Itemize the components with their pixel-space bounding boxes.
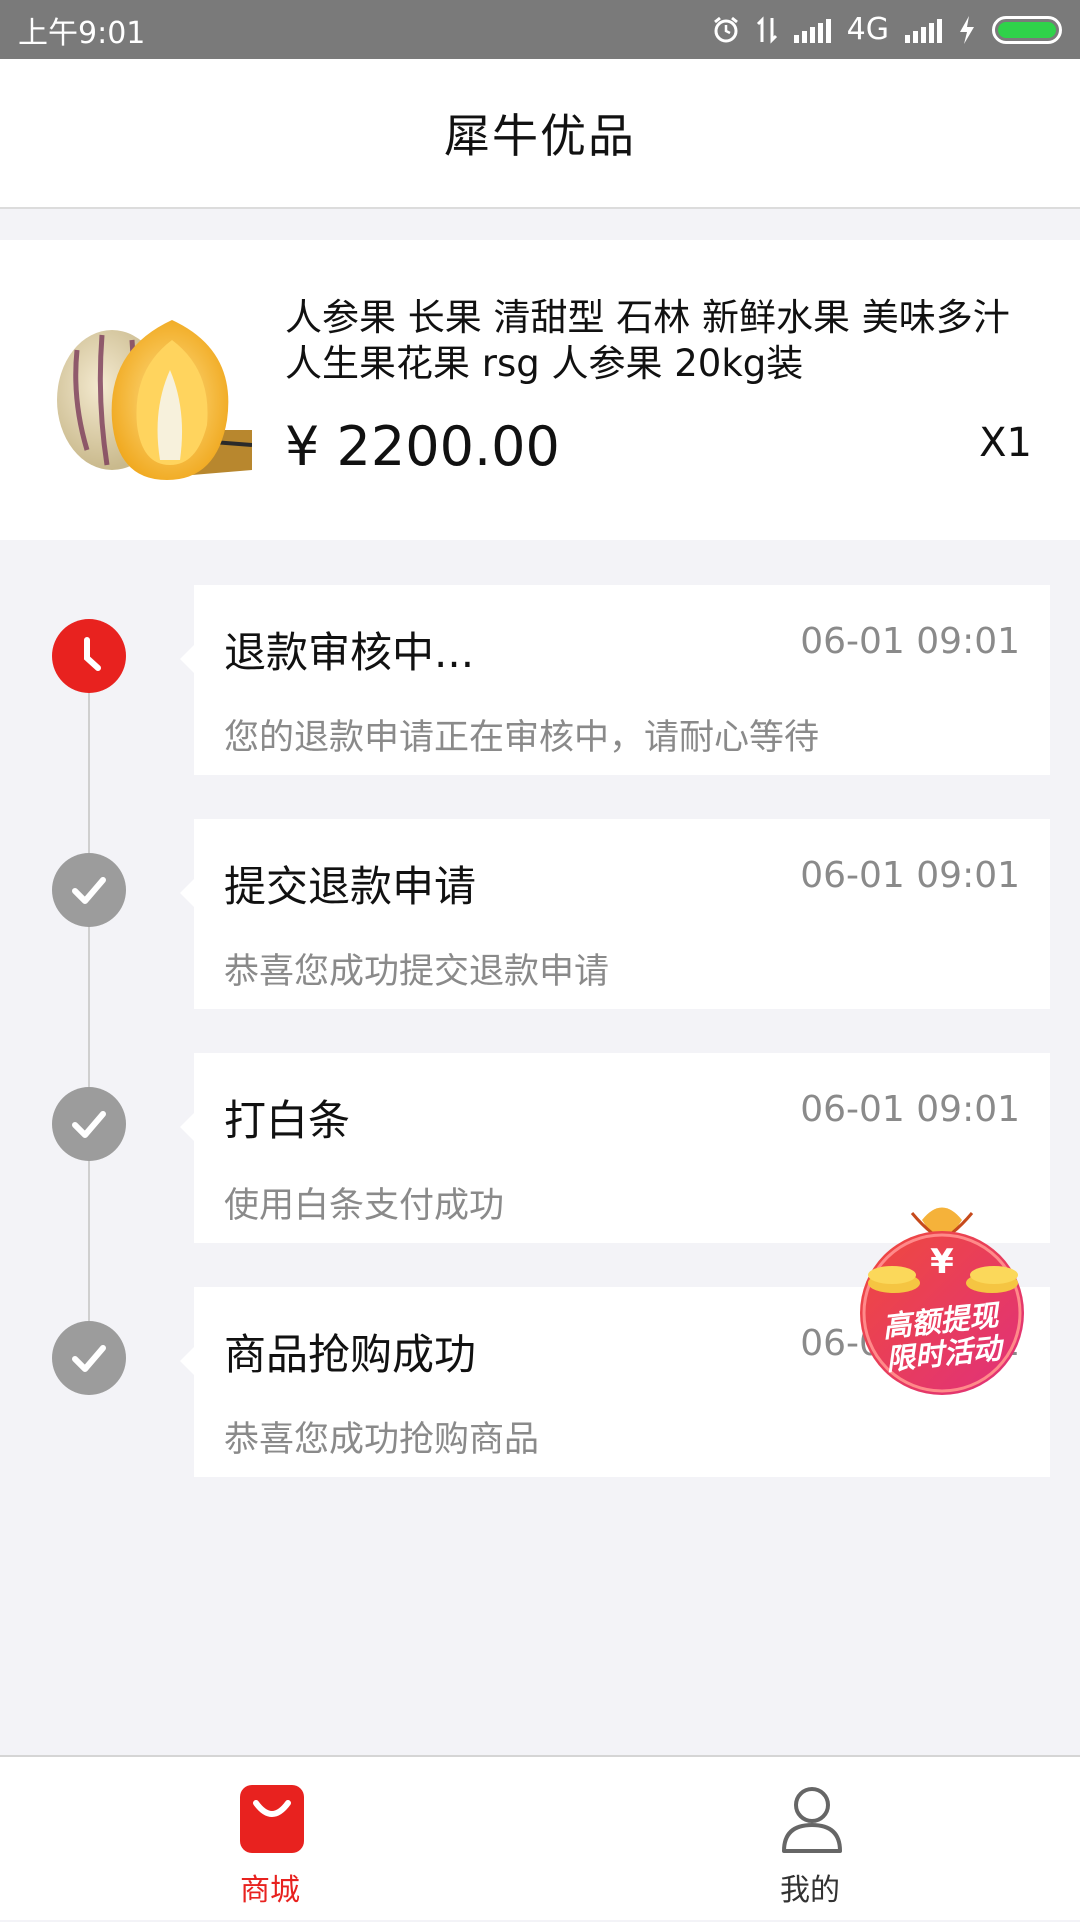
timeline-title: 提交退款申请: [224, 862, 477, 911]
timeline-title: 商品抢购成功: [224, 1330, 477, 1379]
signal-icon: [793, 17, 831, 43]
timeline-desc: 恭喜您成功提交退款申请: [224, 952, 610, 992]
tab-mine-label: 我的: [780, 1873, 840, 1908]
nav-bar: 犀牛优品: [0, 59, 1080, 209]
product-quantity: X1: [979, 420, 1032, 466]
clock-icon: [52, 619, 126, 693]
timeline-desc: 使用白条支付成功: [224, 1186, 505, 1226]
timeline-desc: 恭喜您成功抢购商品: [224, 1420, 540, 1460]
tab-bar: 商城 我的: [0, 1755, 1080, 1920]
check-icon: [52, 1087, 126, 1161]
check-icon: [52, 853, 126, 927]
data-transfer-icon: [756, 15, 777, 44]
status-icons: 4G: [712, 12, 1062, 47]
timeline-card: 退款审核中... 06-01 09:01 您的退款申请正在审核中，请耐心等待: [180, 585, 1050, 775]
product-name: 人参果 长果 清甜型 石林 新鲜水果 美味多汁 人生果花果 rsg 人参果 20…: [285, 296, 1010, 385]
page-title: 犀牛优品: [444, 109, 636, 163]
tab-mine[interactable]: 我的: [540, 1757, 1080, 1922]
network-type: 4G: [846, 12, 889, 47]
tab-mall[interactable]: 商城: [0, 1757, 540, 1922]
product-card[interactable]: 人参果 长果 清甜型 石林 新鲜水果 美味多汁 人生果花果 rsg 人参果 20…: [0, 240, 1080, 540]
charging-icon: [960, 15, 974, 44]
product-price: ¥ 2200.00: [285, 415, 560, 478]
timeline-card: 提交退款申请 06-01 09:01 恭喜您成功提交退款申请: [180, 819, 1050, 1009]
timeline-title: 打白条: [224, 1096, 351, 1145]
timeline-title: 退款审核中...: [224, 628, 475, 677]
promo-symbol: ¥: [930, 1242, 954, 1282]
status-time: 上午9:01: [18, 15, 146, 51]
promo-badge[interactable]: ¥ 高额提现 限时活动: [852, 1195, 1032, 1395]
timeline-time: 06-01 09:01: [800, 1089, 1020, 1130]
user-icon: [782, 1787, 842, 1853]
timeline-item: 退款审核中... 06-01 09:01 您的退款申请正在审核中，请耐心等待: [0, 585, 1080, 775]
shopping-bag-icon: [240, 1785, 304, 1853]
timeline-desc: 您的退款申请正在审核中，请耐心等待: [224, 718, 820, 758]
timeline-item: 提交退款申请 06-01 09:01 恭喜您成功提交退款申请: [0, 819, 1080, 1009]
product-image: [57, 320, 252, 480]
alarm-icon: [713, 16, 738, 42]
tab-mall-label: 商城: [240, 1873, 300, 1908]
signal-icon: [905, 17, 942, 43]
check-icon: [52, 1321, 126, 1395]
status-bar: 上午9:01 4G: [0, 0, 1080, 59]
battery-icon: [992, 15, 1062, 44]
timeline-time: 06-01 09:01: [800, 621, 1020, 662]
timeline-time: 06-01 09:01: [800, 855, 1020, 896]
